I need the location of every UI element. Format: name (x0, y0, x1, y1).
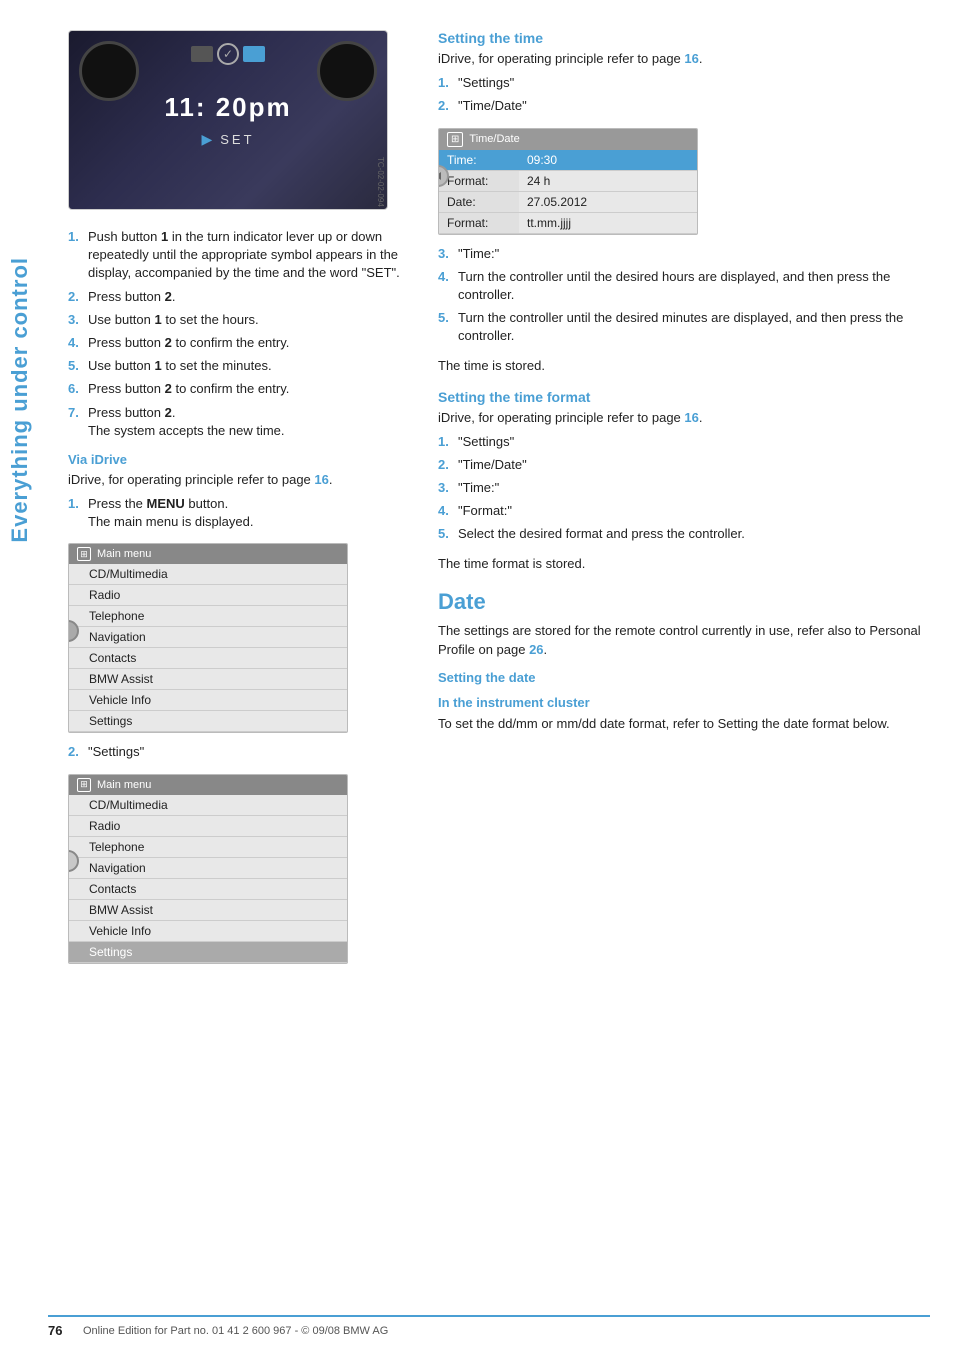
st-step-5: 5. Turn the controller until the desired… (438, 309, 930, 345)
step-4: 4. Press button 2 to confirm the entry. (68, 334, 408, 352)
right-column: Setting the time iDrive, for operating p… (438, 30, 930, 974)
menu-item: Contacts (69, 879, 347, 900)
timedate-label: Format: (439, 213, 519, 233)
menu2-items: CD/MultimediaRadioTelephoneNavigationCon… (69, 795, 347, 963)
cluster-inner: 11: 20pm ▶ SET (69, 31, 387, 209)
step-1: 1. Push button 1 in the turn indicator l… (68, 228, 408, 283)
footer-text: Online Edition for Part no. 01 41 2 600 … (83, 1325, 388, 1337)
timedate-rows: Time:09:30Format:24 hDate:27.05.2012Form… (439, 150, 697, 234)
date-desc: The settings are stored for the remote c… (438, 621, 930, 660)
setting-time-heading: Setting the time (438, 30, 930, 46)
timedate-value: 24 h (519, 171, 697, 191)
setting-date-heading: Setting the date (438, 670, 930, 685)
left-column: ✓ 11: 20pm ▶ SET TC-02-02-094 1. Push bu… (68, 30, 408, 974)
time-format-stored: The time format is stored. (438, 556, 930, 571)
timedate-row: Format:tt.mm.jjjj (439, 213, 697, 234)
timedate-row: Format:24 h (439, 171, 697, 192)
timedate-value: 27.05.2012 (519, 192, 697, 212)
menu-item: Radio (69, 816, 347, 837)
menu-item: Settings (69, 942, 347, 963)
via-step-1: 1. Press the MENU button.The main menu i… (68, 495, 408, 531)
menu-item: Telephone (69, 837, 347, 858)
cluster-image: ✓ 11: 20pm ▶ SET TC-02-02-094 (68, 30, 388, 210)
date-heading: Date (438, 589, 930, 615)
menu-item: Vehicle Info (69, 690, 347, 711)
footer: 76 Online Edition for Part no. 01 41 2 6… (48, 1315, 930, 1338)
stf-step-3: 3. "Time:" (438, 479, 930, 497)
step-6: 6. Press button 2 to confirm the entry. (68, 380, 408, 398)
menu-header-icon-2: ⊞ (77, 778, 91, 792)
setting-time-ref: iDrive, for operating principle refer to… (438, 50, 930, 68)
st-step-1: 1. "Settings" (438, 74, 930, 92)
timedate-label: Format: (439, 171, 519, 191)
menu-item: CD/Multimedia (69, 564, 347, 585)
stf-ref: iDrive, for operating principle refer to… (438, 409, 930, 427)
setting-time-page[interactable]: 16 (684, 51, 698, 66)
menu-screenshot-2: ⊞ Main menu CD/MultimediaRadioTelephoneN… (68, 774, 348, 964)
section-setting-time-format: Setting the time format iDrive, for oper… (438, 389, 930, 571)
menu-item: BMW Assist (69, 669, 347, 690)
timedate-row: Time:09:30 (439, 150, 697, 171)
cluster-set-label: SET (220, 132, 254, 147)
menu-item: BMW Assist (69, 900, 347, 921)
menu-header-1: ⊞ Main menu (69, 544, 347, 564)
menu-item: Vehicle Info (69, 921, 347, 942)
date-page-link[interactable]: 26 (529, 642, 543, 657)
time-stored: The time is stored. (438, 358, 930, 373)
stf-step-5: 5. Select the desired format and press t… (438, 525, 930, 543)
setting-time-steps: 1. "Settings" 2. "Time/Date" (438, 74, 930, 115)
timedate-screenshot: ⊞ Time/Date Time:09:30Format:24 hDate:27… (438, 128, 698, 235)
step-5: 5. Use button 1 to set the minutes. (68, 357, 408, 375)
setting-time-steps-2: 3. "Time:" 4. Turn the controller until … (438, 245, 930, 346)
st-step-2: 2. "Time/Date" (438, 97, 930, 115)
timedate-label: Date: (439, 192, 519, 212)
watermark: TC-02-02-094 (376, 157, 385, 207)
steps-list-via2: 2. "Settings" (68, 743, 408, 761)
timedate-label: Time: (439, 150, 519, 170)
sidebar-label: Everything under control (0, 50, 40, 750)
menu1-items: CD/MultimediaRadioTelephoneNavigationCon… (69, 564, 347, 732)
menu-item: Navigation (69, 858, 347, 879)
timedate-value: tt.mm.jjjj (519, 213, 697, 233)
footer-page-number: 76 (48, 1323, 73, 1338)
st-step-3: 3. "Time:" (438, 245, 930, 263)
menu-item: Navigation (69, 627, 347, 648)
steps-list-main: 1. Push button 1 in the turn indicator l… (68, 228, 408, 440)
set-arrow-icon: ▶ (201, 131, 212, 148)
section-date: Date The settings are stored for the rem… (438, 589, 930, 734)
cluster-set-row: ▶ SET (201, 131, 254, 148)
timedate-row: Date:27.05.2012 (439, 192, 697, 213)
stf-step-1: 1. "Settings" (438, 433, 930, 451)
section-setting-time: Setting the time iDrive, for operating p… (438, 30, 930, 373)
stf-step-2: 2. "Time/Date" (438, 456, 930, 474)
menu-header-icon: ⊞ (77, 547, 91, 561)
timedate-value: 09:30 (519, 150, 697, 170)
menu-item: Settings (69, 711, 347, 732)
st-step-4: 4. Turn the controller until the desired… (438, 268, 930, 304)
via-step-2: 2. "Settings" (68, 743, 408, 761)
menu-item: CD/Multimedia (69, 795, 347, 816)
setting-time-format-heading: Setting the time format (438, 389, 930, 405)
step-2: 2. Press button 2. (68, 288, 408, 306)
timedate-header-icon: ⊞ (447, 132, 463, 147)
steps-list-via: 1. Press the MENU button.The main menu i… (68, 495, 408, 531)
in-instrument-cluster: In the instrument cluster (438, 695, 930, 710)
timedate-header: ⊞ Time/Date (439, 129, 697, 150)
stf-page[interactable]: 16 (684, 410, 698, 425)
menu-screenshot-1: ⊞ Main menu CD/MultimediaRadioTelephoneN… (68, 543, 348, 733)
step-7: 7. Press button 2.The system accepts the… (68, 404, 408, 440)
via-idrive-page-link[interactable]: 16 (314, 472, 328, 487)
stf-step-4: 4. "Format:" (438, 502, 930, 520)
via-idrive-heading: Via iDrive (68, 452, 408, 467)
menu-item: Contacts (69, 648, 347, 669)
menu-item: Radio (69, 585, 347, 606)
knob-arrow-icon (438, 172, 441, 180)
instrument-cluster-text: To set the dd/mm or mm/dd date format, r… (438, 714, 930, 734)
menu-header-2: ⊞ Main menu (69, 775, 347, 795)
via-idrive-ref: iDrive, for operating principle refer to… (68, 471, 408, 489)
stf-steps: 1. "Settings" 2. "Time/Date" 3. "Time:" … (438, 433, 930, 544)
menu-item: Telephone (69, 606, 347, 627)
step-3: 3. Use button 1 to set the hours. (68, 311, 408, 329)
cluster-time-display: 11: 20pm (164, 92, 291, 123)
